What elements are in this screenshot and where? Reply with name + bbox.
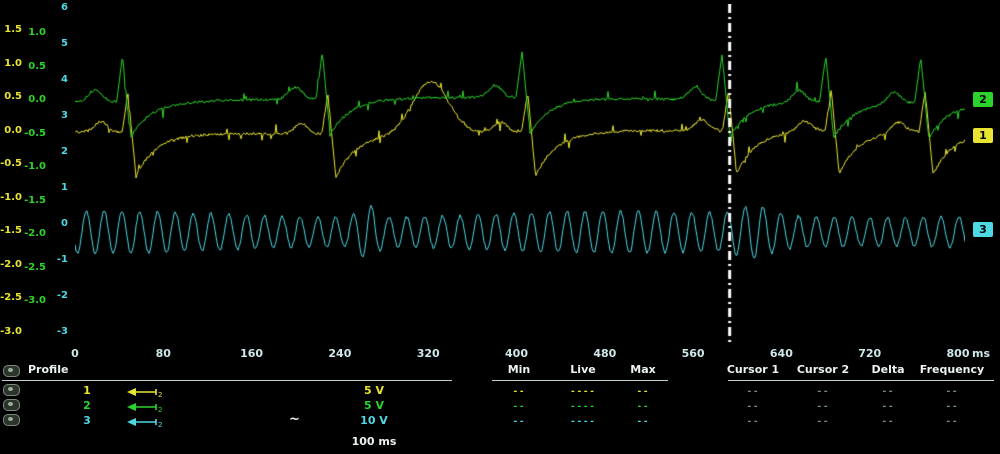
cursor-cursor1-ch3: -- [747, 417, 760, 427]
cursor-cursor1-ch1: -- [747, 387, 760, 397]
svg-text:2: 2 [158, 421, 162, 428]
stats-max-ch3: -- [637, 417, 650, 427]
stats-header-live: Live [570, 363, 595, 376]
channel-badges: 2 1 3 [0, 0, 1000, 360]
stats-live-ch2: ---- [570, 402, 596, 412]
profile-header: Profile [28, 363, 68, 376]
channel-1-range-value[interactable]: 5 V [364, 384, 384, 397]
cursor-delta-ch3: -- [882, 417, 895, 427]
channel-badge-1[interactable]: 1 [973, 128, 993, 143]
stats-min-ch3: -- [513, 417, 526, 427]
channel-visibility-toggle[interactable] [3, 365, 20, 377]
channel-2-range-value[interactable]: 5 V [364, 399, 384, 412]
stats-min-ch1: -- [513, 387, 526, 397]
svg-text:2: 2 [158, 406, 162, 413]
cursors-divider [728, 380, 994, 381]
cursor-header-cursor-1: Cursor 1 [727, 363, 779, 376]
eye-icon [8, 368, 13, 372]
stats-divider [492, 380, 668, 381]
cursor-frequency-ch2: -- [946, 402, 959, 412]
cursor-header-frequency: Frequency [920, 363, 984, 376]
stats-min-ch2: -- [513, 402, 526, 412]
ac-coupling-icon: ~ [289, 412, 300, 427]
channel-badge-2[interactable]: 2 [973, 92, 993, 107]
cursor-header-delta: Delta [871, 363, 904, 376]
channel-3-number: 3 [80, 414, 94, 427]
stats-max-ch1: -- [637, 387, 650, 397]
channel-1-input-arrow-icon[interactable]: 2 [126, 383, 164, 395]
cursor-cursor2-ch1: -- [817, 387, 830, 397]
eye-icon [8, 387, 13, 391]
cursor-header-cursor-2: Cursor 2 [797, 363, 849, 376]
channel-3-range-value[interactable]: 10 V [360, 414, 388, 427]
cursor-cursor1-ch2: -- [747, 402, 760, 412]
stats-live-ch3: ---- [570, 417, 596, 427]
cursor-frequency-ch3: -- [946, 417, 959, 427]
cursor-cursor2-ch2: -- [817, 402, 830, 412]
profile-divider [2, 380, 452, 381]
channel-visibility-toggle[interactable] [3, 384, 20, 396]
channel-visibility-toggle[interactable] [3, 399, 20, 411]
channel-badge-3[interactable]: 3 [973, 222, 993, 237]
channel-visibility-toggle[interactable] [3, 414, 20, 426]
channel-2-input-arrow-icon[interactable]: 2 [126, 398, 164, 410]
cursor-cursor2-ch3: -- [817, 417, 830, 427]
channel-3-input-arrow-icon[interactable]: 2 [126, 413, 164, 425]
control-panel: Profile 1 2 5 V 2 2 5 V 3 [0, 360, 1000, 454]
cursor-delta-ch2: -- [882, 402, 895, 412]
waveform-display[interactable]: 1.51.00.50.0-0.5-1.0-1.5-2.0-2.5-3.01.00… [0, 0, 1000, 360]
channel-2-number: 2 [80, 399, 94, 412]
stats-header-max: Max [630, 363, 655, 376]
stats-live-ch1: ---- [570, 387, 596, 397]
scope-application-window: 1.51.00.50.0-0.5-1.0-1.5-2.0-2.5-3.01.00… [0, 0, 1000, 454]
cursor-frequency-ch1: -- [946, 387, 959, 397]
cursor-delta-ch1: -- [882, 387, 895, 397]
eye-icon [8, 402, 13, 406]
eye-icon [8, 417, 13, 421]
stats-max-ch2: -- [637, 402, 650, 412]
timebase-value[interactable]: 100 ms [352, 435, 397, 448]
svg-text:2: 2 [158, 391, 162, 398]
channel-1-number: 1 [80, 384, 94, 397]
stats-header-min: Min [508, 363, 531, 376]
